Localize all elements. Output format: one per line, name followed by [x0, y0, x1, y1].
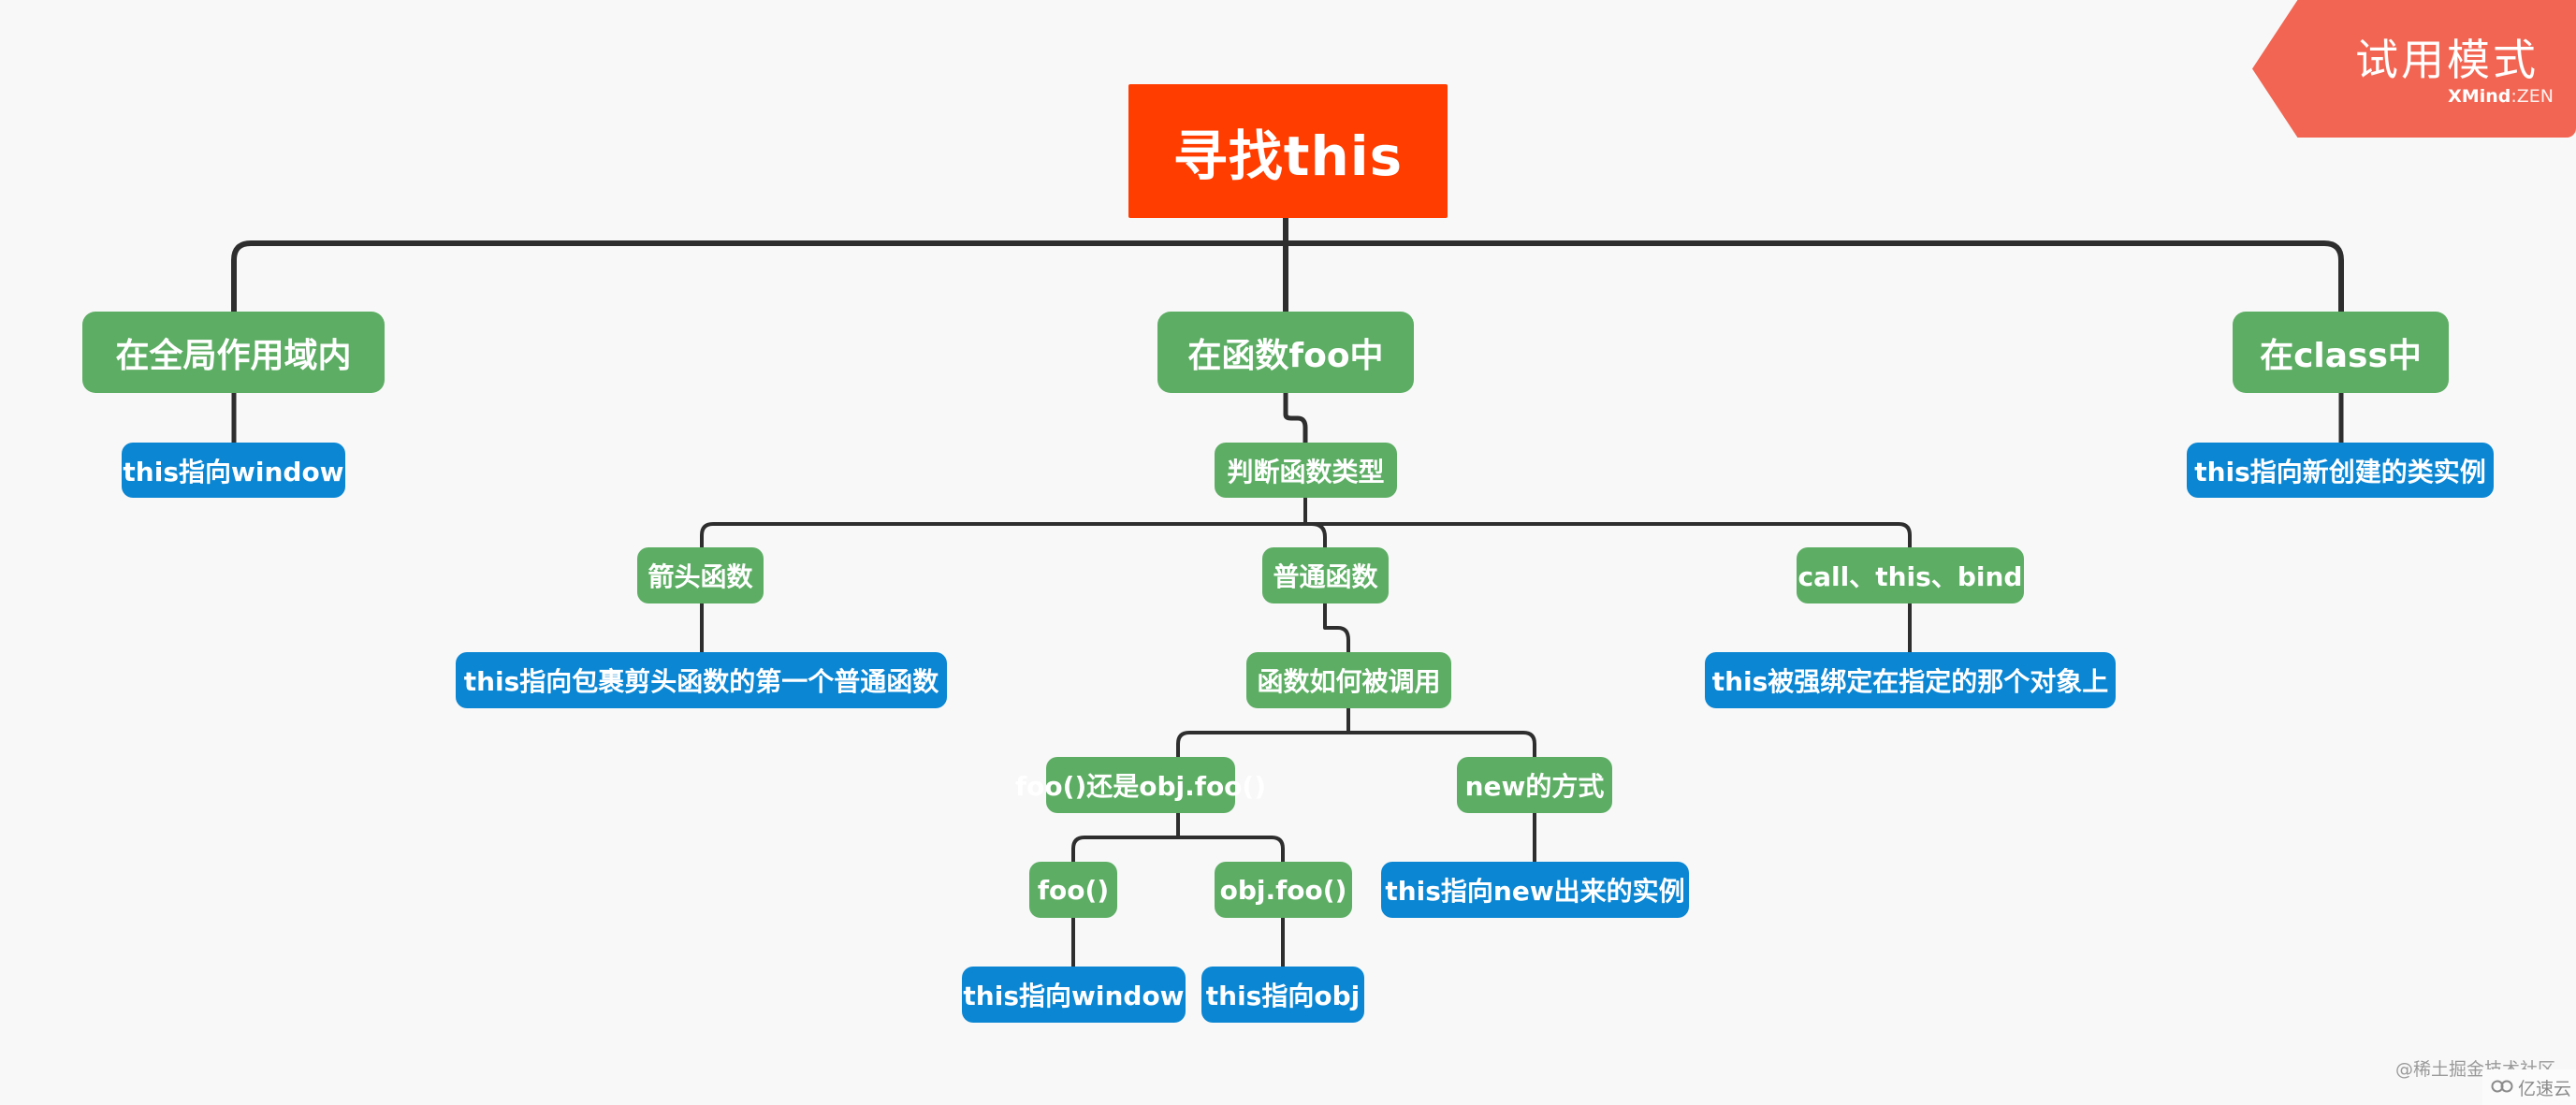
leaf-arrow-result[interactable]: this指向包裹剪头函数的第一个普通函数 [456, 652, 947, 708]
topic-call-style-label: foo()还是obj.foo() [1015, 771, 1267, 802]
brand-separator: : [2511, 86, 2517, 107]
topic-how-called-label: 函数如何被调用 [1257, 666, 1441, 697]
topic-in-class[interactable]: 在class中 [2233, 312, 2449, 393]
topic-normal-function[interactable]: 普通函数 [1262, 547, 1389, 603]
topic-new-style[interactable]: new的方式 [1457, 757, 1612, 813]
root-topic[interactable]: 寻找this [1128, 84, 1448, 218]
topic-in-function[interactable]: 在函数foo中 [1157, 312, 1414, 393]
leaf-method-result[interactable]: this指向obj [1201, 967, 1364, 1023]
leaf-class-result-label: this指向新创建的类实例 [2194, 456, 2486, 487]
leaf-class-result[interactable]: this指向新创建的类实例 [2187, 443, 2494, 498]
topic-in-class-label: 在class中 [2260, 336, 2422, 375]
connector-normal-howcalled [1323, 603, 1350, 652]
topic-arrow-function-label: 箭头函数 [648, 561, 753, 592]
root-topic-label: 寻找this [1172, 124, 1404, 188]
leaf-global-result-label: this指向window [123, 456, 344, 487]
leaf-new-result[interactable]: this指向new出来的实例 [1381, 862, 1689, 918]
leaf-method-result-label: this指向obj [1205, 981, 1361, 1011]
topic-plain-call[interactable]: foo() [1029, 862, 1117, 918]
connector-judge-normal [1311, 522, 1327, 547]
leaf-explicit-result-label: this被强绑定在指定的那个对象上 [1711, 666, 2109, 697]
leaf-explicit-result[interactable]: this被强绑定在指定的那个对象上 [1705, 652, 2116, 708]
leaf-global-result[interactable]: this指向window [122, 443, 345, 498]
leaf-plain-result-label: this指向window [963, 981, 1185, 1011]
topic-how-called[interactable]: 函数如何被调用 [1246, 652, 1451, 708]
topic-normal-function-label: 普通函数 [1273, 561, 1378, 592]
topic-in-function-label: 在函数foo中 [1187, 336, 1384, 375]
connector-callstyle-options [1071, 836, 1285, 862]
connector-howcalled-styles [1176, 731, 1536, 757]
topic-call-style[interactable]: foo()还是obj.foo() [1015, 757, 1266, 813]
topic-method-call-label: obj.foo() [1219, 874, 1347, 906]
site-watermark: 亿速云 [2482, 1069, 2576, 1105]
trial-mode-title: 试用模式 [2355, 35, 2539, 85]
topic-judge-function-type[interactable]: 判断函数类型 [1215, 443, 1397, 498]
leaf-new-result-label: this指向new出来的实例 [1385, 876, 1685, 907]
topic-new-style-label: new的方式 [1464, 771, 1605, 802]
brand-xmind: XMind [2448, 86, 2511, 107]
topic-judge-function-type-label: 判断函数类型 [1227, 456, 1385, 487]
leaf-arrow-result-label: this指向包裹剪头函数的第一个普通函数 [463, 666, 939, 697]
topic-arrow-function[interactable]: 箭头函数 [637, 547, 764, 603]
cloud-icon [2490, 1077, 2514, 1098]
trial-mode-badge[interactable]: 试用模式 XMind:ZEN [2252, 0, 2576, 138]
connector-judge-types [700, 522, 1912, 547]
topic-plain-call-label: foo() [1037, 874, 1110, 906]
topic-call-apply-bind[interactable]: call、this、bind [1797, 547, 2024, 603]
topic-method-call[interactable]: obj.foo() [1215, 862, 1352, 918]
topic-call-apply-bind-label: call、this、bind [1797, 561, 2023, 592]
brand-zen: ZEN [2516, 86, 2554, 107]
connector-function-judge [1283, 393, 1308, 443]
xmind-zen-logo: XMind:ZEN [2448, 86, 2554, 107]
site-watermark-label: 亿速云 [2518, 1078, 2572, 1099]
leaf-plain-result[interactable]: this指向window [962, 967, 1186, 1023]
topic-global-scope[interactable]: 在全局作用域内 [82, 312, 385, 393]
topic-global-scope-label: 在全局作用域内 [115, 336, 352, 375]
